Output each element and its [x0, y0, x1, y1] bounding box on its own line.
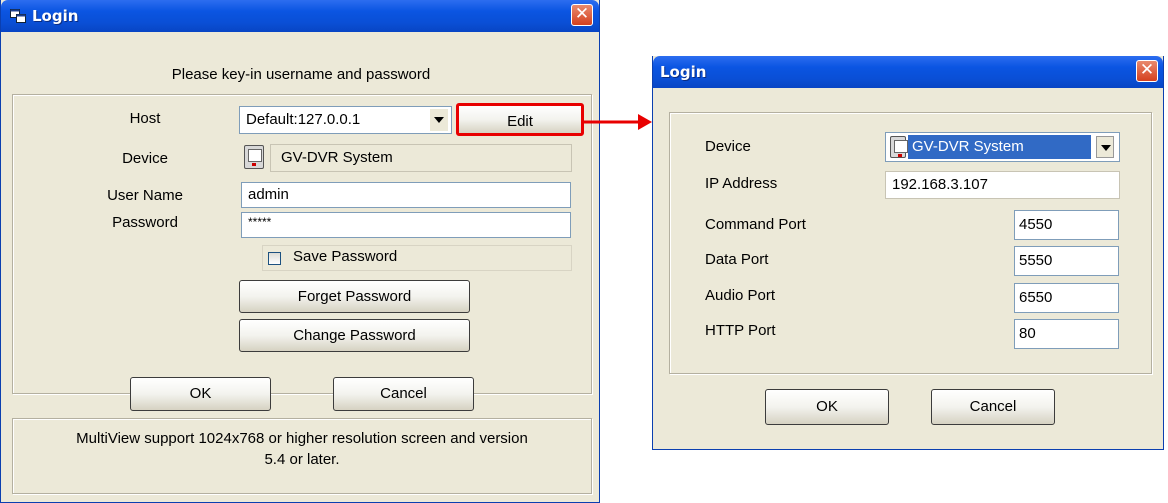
device-label: Device	[705, 138, 751, 155]
chevron-down-icon[interactable]	[1096, 136, 1114, 158]
dvr-device-icon	[890, 136, 908, 158]
device-login-title-bar[interactable]: Login ✕	[653, 56, 1163, 88]
command-port-label: Command Port	[705, 216, 806, 233]
http-port-input[interactable]: 80	[1014, 319, 1119, 349]
dvr-device-icon	[244, 145, 264, 169]
data-port-label: Data Port	[705, 251, 769, 268]
data-port-input[interactable]: 5550	[1014, 246, 1119, 276]
http-port-label: HTTP Port	[705, 322, 776, 339]
login-dialog: Login ✕ Please key-in username and passw…	[0, 0, 600, 503]
user-name-input[interactable]: admin	[241, 182, 571, 208]
device-login-title: Login	[660, 63, 707, 81]
close-icon[interactable]: ✕	[571, 4, 593, 26]
cancel-button[interactable]: Cancel	[931, 389, 1055, 425]
login-title: Login	[32, 7, 79, 25]
host-dropdown[interactable]: Default:127.0.0.1	[239, 106, 452, 134]
app-window-icon	[10, 9, 26, 23]
audio-port-input[interactable]: 6550	[1014, 283, 1119, 313]
device-login-dialog: Login ✕ Device GV-DVR System IP Address …	[652, 56, 1164, 450]
login-title-bar[interactable]: Login ✕	[1, 0, 599, 32]
ok-button[interactable]: OK	[130, 377, 271, 411]
save-password-label: Save Password	[293, 248, 398, 265]
password-input[interactable]: *****	[241, 212, 571, 238]
command-port-input[interactable]: 4550	[1014, 210, 1119, 240]
ip-address-label: IP Address	[705, 175, 778, 192]
close-icon[interactable]: ✕	[1136, 60, 1158, 82]
cancel-button[interactable]: Cancel	[333, 377, 474, 411]
device-login-client-area: Device GV-DVR System IP Address 192.168.…	[656, 88, 1160, 446]
change-password-button[interactable]: Change Password	[239, 319, 470, 352]
save-password-checkbox[interactable]	[268, 252, 281, 265]
audio-port-label: Audio Port	[705, 287, 776, 304]
instruction-text: Please key-in username and password	[171, 66, 431, 83]
device-selected-value: GV-DVR System	[908, 135, 1091, 159]
ok-button[interactable]: OK	[765, 389, 889, 425]
device-dropdown[interactable]: GV-DVR System	[885, 132, 1120, 162]
edit-host-button[interactable]: Edit	[456, 103, 584, 136]
ip-address-input[interactable]: 192.168.3.107	[885, 171, 1120, 199]
resolution-note: MultiView support 1024x768 or higher res…	[76, 430, 528, 468]
device-field: GV-DVR System	[270, 144, 572, 172]
forget-password-button[interactable]: Forget Password	[239, 280, 470, 313]
login-client-area: Please key-in username and password Host…	[4, 32, 596, 499]
arrow-connector-icon	[582, 114, 652, 130]
chevron-down-icon[interactable]	[430, 109, 448, 131]
